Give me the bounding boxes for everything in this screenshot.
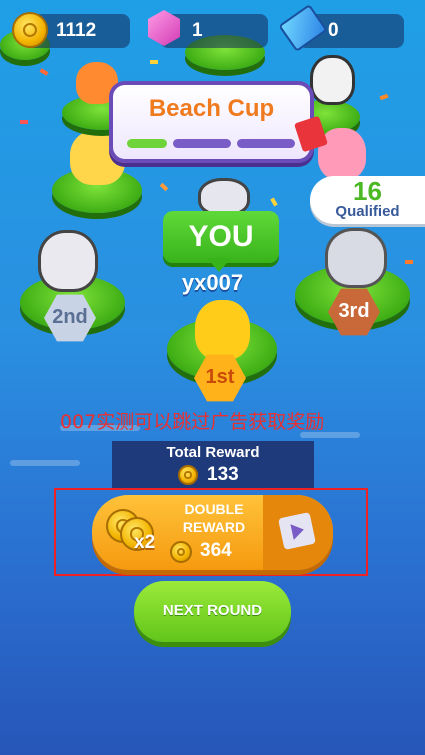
video-ad-area (263, 495, 333, 570)
badge-third-label: 3rd (338, 300, 370, 322)
water-wave (10, 460, 80, 466)
tiger-animal (38, 230, 98, 292)
cup-title: Beach Cup (148, 95, 275, 122)
ticket-count: 0 (328, 20, 339, 41)
zebra-animal (310, 55, 355, 105)
confetti (20, 120, 28, 124)
ticket-icon (278, 3, 328, 53)
coin-icon (170, 541, 192, 563)
confetti (270, 197, 278, 207)
player-name: yx007 (181, 270, 244, 295)
gem-count: 1 (192, 20, 203, 41)
gem-counter: 1 (148, 10, 268, 48)
coin-counter: 1112 (12, 12, 130, 48)
badge-first-label: 1st (205, 366, 235, 388)
confetti (39, 68, 49, 76)
double-label-line2: REWARD (182, 519, 246, 535)
total-reward-title: Total Reward (166, 444, 260, 461)
next-round-button[interactable]: NEXT ROUND (134, 581, 291, 642)
you-marker: YOU (163, 211, 279, 263)
gem-icon (148, 10, 180, 46)
confetti (379, 93, 389, 101)
confetti (405, 260, 413, 264)
multiplier-label: x2 (134, 532, 156, 553)
progress-segment (173, 139, 231, 148)
confetti (150, 60, 158, 64)
badge-second-label: 2nd (52, 306, 88, 328)
qualified-badge: 16 Qualified (310, 176, 425, 224)
double-reward-value: 364 (200, 540, 232, 561)
coin-icon (178, 465, 198, 485)
qualified-label: Qualified (335, 203, 400, 220)
coin-count: 1112 (56, 20, 97, 41)
video-ad-icon (278, 512, 316, 550)
double-reward-button[interactable]: x2 DOUBLE REWARD 364 (92, 495, 333, 570)
coin-icon (12, 12, 48, 48)
overlay-caption: 007实测可以跳过广告获取奖励 (60, 411, 325, 433)
cup-banner: Beach Cup (109, 81, 328, 163)
ticket-counter: 0 (278, 3, 404, 53)
total-reward-panel: Total Reward 133 (112, 441, 314, 489)
double-label-line1: DOUBLE (184, 501, 244, 517)
player-duck (195, 300, 250, 360)
progress-segment (127, 139, 167, 148)
confetti (159, 182, 169, 192)
next-round-label: NEXT ROUND (162, 602, 263, 619)
progress-segment (237, 139, 295, 148)
leopard-animal (325, 228, 387, 288)
you-label: YOU (188, 220, 254, 253)
total-reward-value: 133 (207, 464, 239, 485)
